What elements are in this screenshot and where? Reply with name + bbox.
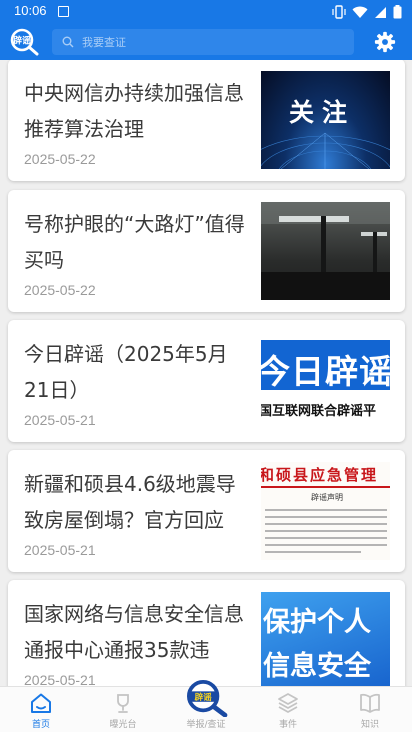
search-icon [62,36,74,48]
signal-icon [375,6,386,18]
thumbnail-caption: 保护个人 [263,607,371,638]
article-card[interactable]: 中央网信办持续加强信息推荐算法治理 2025-05-22 关注 [8,60,405,181]
report-logo-text: 辟谣 [194,691,213,703]
nav-events[interactable]: 事件 [247,687,329,732]
article-thumbnail: 今日辟谣 国互联网联合辟谣平 [261,332,390,430]
app-logo-icon[interactable]: 辟谣 [10,28,40,56]
article-thumbnail [261,202,390,300]
nav-label: 知识 [360,720,379,730]
report-logo-icon: 辟谣 [186,679,228,717]
trophy-icon [117,694,129,713]
desk-lamp-icon [261,202,390,300]
article-title: 今日辟谣（2025年5月21日） [24,342,228,402]
article-card[interactable]: 新疆和硕县4.6级地震导致房屋倒塌？官方回应 2025-05-21 和硕县应急管… [8,450,405,572]
article-card[interactable]: 号称护眼的“大路灯”值得买吗 2025-05-22 [8,190,405,312]
nav-exposure[interactable]: 曝光台 [82,687,164,732]
status-bar: 10:06 [0,0,412,24]
nav-home[interactable]: 首页 [0,687,82,732]
article-thumbnail: 保护个人 信息安全 [261,592,390,686]
search-input[interactable]: 我要查证 [52,29,354,55]
settings-gear-icon[interactable] [374,31,396,53]
article-date: 2025-05-22 [24,151,96,167]
thumbnail-caption: 关注 [289,98,356,127]
article-date: 2025-05-21 [24,412,96,428]
battery-icon [393,5,402,19]
thumbnail-subcaption: 辟谣声明 [311,493,343,502]
thumbnail-subcaption: 信息安全 [263,651,371,682]
app-header: 辟谣 我要查证 [0,24,412,60]
nav-label: 首页 [31,720,50,730]
article-title: 国家网络与信息安全信息通报中心通报35款违 [24,602,244,662]
notification-icon [58,6,69,17]
article-card[interactable]: 国家网络与信息安全信息通报中心通报35款违 2025-05-21 保护个人 信息… [8,580,405,686]
article-title: 中央网信办持续加强信息推荐算法治理 [24,81,244,141]
bottom-navigation: 首页 曝光台 辟谣 举报/查证 事件 知识 [0,679,412,732]
article-title: 号称护眼的“大路灯”值得买吗 [24,212,245,272]
search-placeholder: 我要查证 [82,36,126,49]
wifi-icon [352,6,368,18]
thumbnail-caption: 和硕县应急管理 [261,466,379,484]
book-icon [360,693,380,713]
nav-report-verify[interactable]: 辟谣 举报/查证 [165,679,247,732]
article-date: 2025-05-21 [24,672,96,686]
nav-label: 曝光台 [109,720,137,730]
thumbnail-subcaption: 国互联网联合辟谣平 [261,404,377,419]
article-thumbnail: 和硕县应急管理 辟谣声明 [261,462,390,560]
status-time: 10:06 [14,3,47,18]
article-date: 2025-05-22 [24,282,96,298]
layers-icon [278,693,298,713]
status-icons [332,5,402,19]
article-feed[interactable]: 中央网信办持续加强信息推荐算法治理 2025-05-22 关注 号称护眼的“大路… [0,60,412,686]
nav-label: 举报/查证 [186,720,226,730]
document-lines-icon [265,509,387,553]
logo-text: 辟谣 [12,35,31,47]
nav-label: 事件 [278,720,297,730]
article-title: 新疆和硕县4.6级地震导致房屋倒塌？官方回应 [24,472,236,532]
article-thumbnail: 关注 [261,71,390,169]
thumbnail-caption: 今日辟谣 [261,352,390,391]
article-date: 2025-05-21 [24,542,96,558]
article-card[interactable]: 今日辟谣（2025年5月21日） 2025-05-21 今日辟谣 国互联网联合辟… [8,320,405,442]
home-icon [31,693,51,713]
nav-knowledge[interactable]: 知识 [329,687,411,732]
vibrate-icon [332,5,346,19]
